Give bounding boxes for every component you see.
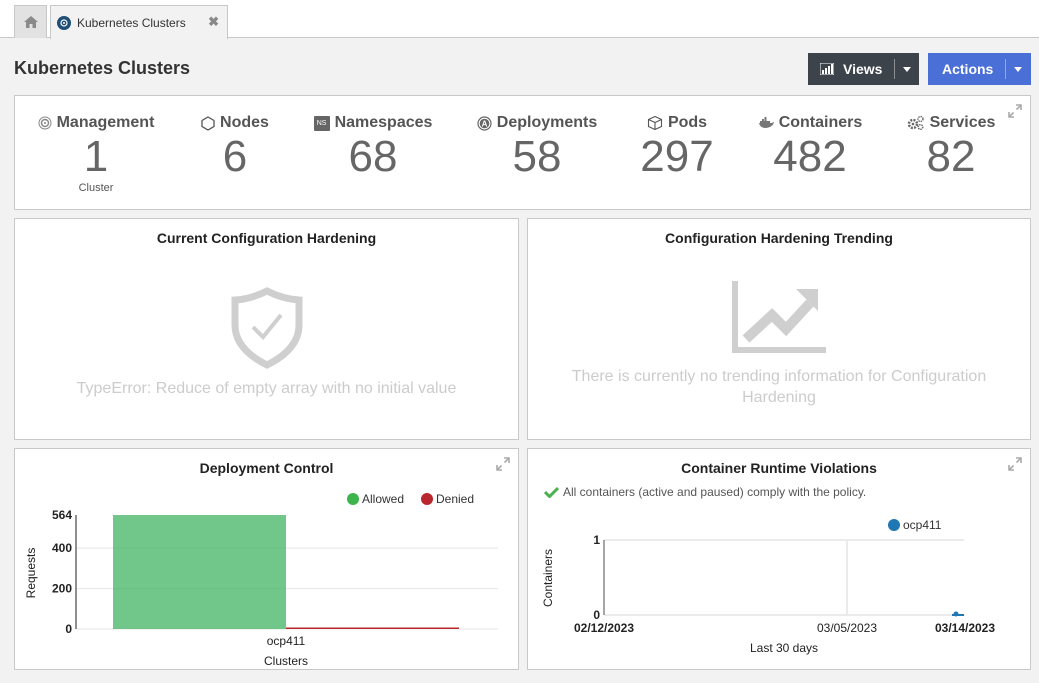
actions-button[interactable]: Actions [928, 53, 1031, 85]
stat-pods[interactable]: Pods 297 [637, 114, 717, 180]
page-title: Kubernetes Clusters [14, 58, 191, 78]
divider [894, 59, 896, 79]
y-tick-label: 200 [52, 582, 72, 596]
stat-label: Nodes [220, 114, 269, 131]
trending-chart-icon [732, 281, 826, 353]
bar-allowed [113, 515, 286, 629]
shield-check-icon [231, 287, 303, 369]
empty-message: There is currently no trending informati… [528, 366, 1030, 408]
helm-icon [38, 116, 52, 130]
stat-services[interactable]: Services 82 [901, 114, 1001, 180]
stat-value: 482 [773, 132, 847, 181]
card-title: Current Configuration Hardening [156, 230, 377, 246]
stat-label: Containers [778, 114, 863, 131]
stat-containers[interactable]: Containers 482 [755, 114, 865, 180]
x-tick-label: 02/12/2023 [574, 621, 634, 635]
kubernetes-icon [57, 15, 71, 30]
namespace-icon: NS [313, 115, 330, 131]
stat-value: 297 [640, 132, 714, 181]
stat-label: Pods [667, 114, 708, 131]
cogs-icon [907, 115, 925, 131]
deployment-control-card: Deployment Control Allowed Denied 0 200 40… [14, 448, 519, 670]
stat-value: 58 [512, 132, 562, 181]
bar-chart-icon [820, 63, 834, 75]
data-point [953, 611, 959, 617]
x-tick-label: 03/14/2023 [935, 621, 995, 635]
empty-message-line2: Hardening [742, 389, 816, 406]
stat-value: 1 [83, 132, 109, 181]
x-tick-label: ocp411 [267, 634, 306, 648]
stat-label: Namespaces [334, 114, 433, 131]
card-title: Configuration Hardening Trending [665, 230, 893, 246]
y-tick-label: 0 [65, 622, 72, 636]
x-axis-label: Last 30 days [750, 641, 818, 655]
stat-label: Management [56, 114, 155, 131]
empty-message-line1: There is currently no trending informati… [571, 368, 987, 385]
bar-denied [286, 627, 459, 629]
y-tick-label: 564 [52, 508, 72, 522]
stat-label: Services [929, 114, 996, 131]
y-tick-label: 0 [593, 608, 600, 622]
x-tick-label: 03/05/2023 [817, 621, 877, 635]
stat-value: 6 [222, 132, 248, 181]
error-message: TypeError: Reduce of empty array with no… [76, 380, 457, 397]
close-icon[interactable]: ✖ [208, 14, 219, 30]
tab-kubernetes-clusters[interactable]: Kubernetes Clusters ✖ [50, 5, 228, 39]
summary-stats-panel: Management 1 Cluster Nodes 6 NS Namespac… [14, 95, 1031, 210]
runtime-violations-chart: 0 1 02/12/2023 03/05/2023 03/14/2023 Last 30 … [541, 533, 995, 655]
y-tick-label: 1 [593, 533, 600, 547]
stat-value: 82 [926, 132, 976, 181]
actions-label: Actions [942, 61, 994, 77]
tab-label: Kubernetes Clusters [77, 15, 186, 30]
chevron-down-icon[interactable] [1014, 66, 1023, 72]
y-axis-label: Containers [541, 549, 555, 607]
chevron-down-icon[interactable] [903, 66, 912, 72]
stat-nodes[interactable]: Nodes 6 [195, 114, 275, 180]
expand-icon[interactable] [1008, 104, 1022, 123]
hardening-trending-card: Configuration Hardening Trending There i… [527, 218, 1031, 440]
tab-home[interactable] [14, 5, 47, 38]
y-axis-label: Requests [24, 548, 38, 599]
stat-deployments[interactable]: A Deployments 58 [472, 114, 602, 180]
tab-bar: Kubernetes Clusters ✖ [0, 0, 1039, 39]
views-label: Views [843, 61, 883, 77]
runtime-violations-card: Container Runtime Violations All contain… [527, 448, 1031, 670]
svg-text:A: A [481, 119, 487, 128]
stat-sublabel: Cluster [78, 182, 114, 194]
hexagon-icon [201, 115, 215, 131]
stat-label: Deployments [496, 114, 598, 131]
x-axis-label: Clusters [264, 654, 308, 668]
cube-icon [647, 115, 663, 131]
deployment-control-chart: 0 200 400 564 ocp411 Clusters Requests [24, 508, 498, 668]
divider [1005, 59, 1007, 79]
stat-value: 68 [348, 132, 398, 181]
deployment-icon: A [477, 115, 492, 131]
docker-icon [758, 117, 774, 129]
stat-management[interactable]: Management 1 Cluster [37, 114, 155, 194]
y-tick-label: 400 [52, 541, 72, 555]
views-button[interactable]: Views [808, 53, 919, 85]
current-hardening-card: Current Configuration Hardening TypeErro… [14, 218, 519, 440]
home-icon [23, 16, 38, 28]
stat-namespaces[interactable]: NS Namespaces 68 [311, 114, 435, 180]
